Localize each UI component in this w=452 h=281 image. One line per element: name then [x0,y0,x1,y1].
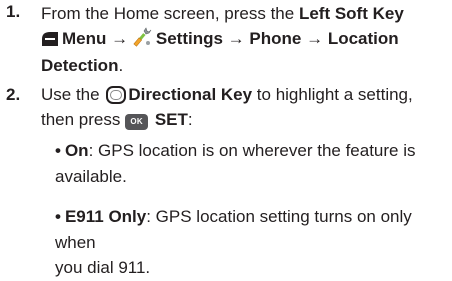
step-2-text-a: Use the [41,85,105,104]
phone-label: Phone [249,28,302,48]
arrow-3: → [306,28,324,48]
bullet-e911: • E911 Only: GPS location setting turns o… [55,204,450,281]
bullet-dot: • [55,141,61,160]
bullet-on-term: On [64,141,89,160]
bullet-on-desc-2: available. [55,166,127,186]
bullet-on: • On: GPS location is on wherever the fea… [55,138,450,189]
location-label: Location [327,28,399,48]
step-2-colon: : [187,109,193,129]
menu-label: Menu [62,28,107,48]
step-2-text-c: then press [41,109,126,129]
settings-label: Settings [155,28,223,48]
step-1-body: From the Home screen, press the Left Sof… [41,2,451,79]
left-soft-key-label: Left Soft Key [298,4,404,23]
bullet-e911-term: E911 Only [64,207,147,226]
arrow-1: → [111,28,129,48]
bullet-on-desc-1: : GPS location is on wherever the featur… [88,141,416,160]
bullet-e911-desc-2: you dial 911. [55,258,151,277]
step-1-period: . [118,56,124,75]
bullet-dot: • [55,207,61,226]
ok-key-icon: OK [125,113,149,130]
instructions-page: 1. From the Home screen, press the Left … [0,0,452,277]
arrow-2: → [227,28,245,48]
step-2-text-b: to highlight a setting, [252,85,413,104]
step-2-number: 2. [6,85,21,104]
step-1-number: 1. [6,2,21,21]
set-label: SET [154,109,188,129]
step-1-text: From the Home screen, press the [41,4,299,23]
step-2-body: Use the Directional Key to highlight a s… [41,83,451,132]
settings-icon [133,26,153,55]
directional-key-icon [106,86,127,104]
directional-key-label: Directional Key [128,85,253,104]
detection-label: Detection [41,56,119,75]
left-soft-key-icon [41,30,59,55]
